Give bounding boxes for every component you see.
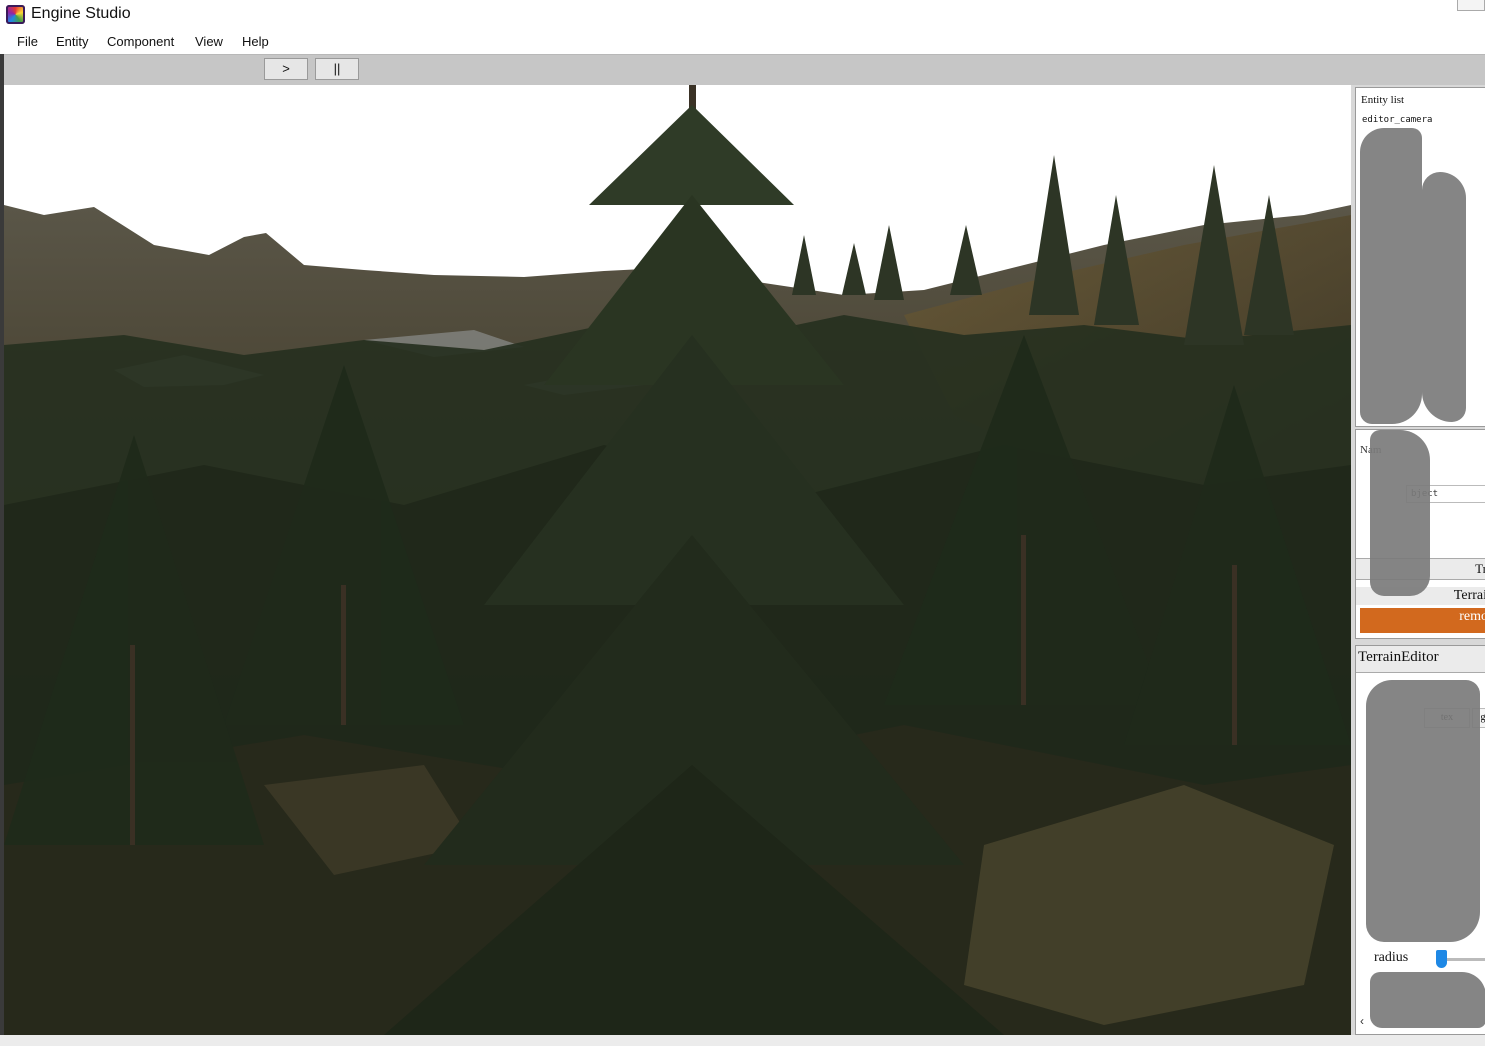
scroll-left-arrow[interactable]: ‹ [1360,1014,1364,1028]
status-bar [0,1035,1485,1046]
occluding-overlay [1366,680,1480,942]
app-icon [6,5,25,24]
occluding-overlay [1370,430,1430,596]
window-control-button[interactable] [1457,0,1485,11]
occluding-overlay [1360,128,1422,424]
radius-slider-thumb[interactable] [1435,950,1447,968]
play-button[interactable]: > [264,58,308,80]
inspector-panel: Nam bject Tr Terrai remo [1355,429,1485,639]
entity-list-panel: Entity list editor_camera [1355,87,1485,427]
menu-file[interactable]: File [17,34,38,49]
title-bar: Engine Studio [0,0,1485,30]
terrain-editor-title: TerrainEditor [1356,646,1485,673]
menu-bar: File Entity Component View Help [0,30,1485,53]
window-title: Engine Studio [31,5,131,22]
menu-component[interactable]: Component [107,34,174,49]
radius-label: radius [1374,950,1409,965]
scene-viewport[interactable] [4,85,1351,1035]
occluding-overlay [1370,972,1485,1028]
pause-button[interactable]: || [315,58,359,80]
terrain-forest-render [4,85,1351,1035]
radius-slider-track[interactable] [1435,950,1485,968]
entity-list-item[interactable]: editor_camera [1362,115,1432,125]
entity-list-title: Entity list [1361,94,1405,106]
occluding-overlay [1422,172,1466,422]
menu-view[interactable]: View [195,34,223,49]
toolbar: > || [4,54,1485,86]
remove-component-button[interactable]: remo [1360,608,1485,633]
menu-entity[interactable]: Entity [56,34,89,49]
terrain-editor-panel: TerrainEditor tex g radius ‹ [1355,645,1485,1035]
menu-help[interactable]: Help [242,34,269,49]
right-dock: Entity list editor_camera Nam bject Tr T… [1351,85,1485,1035]
